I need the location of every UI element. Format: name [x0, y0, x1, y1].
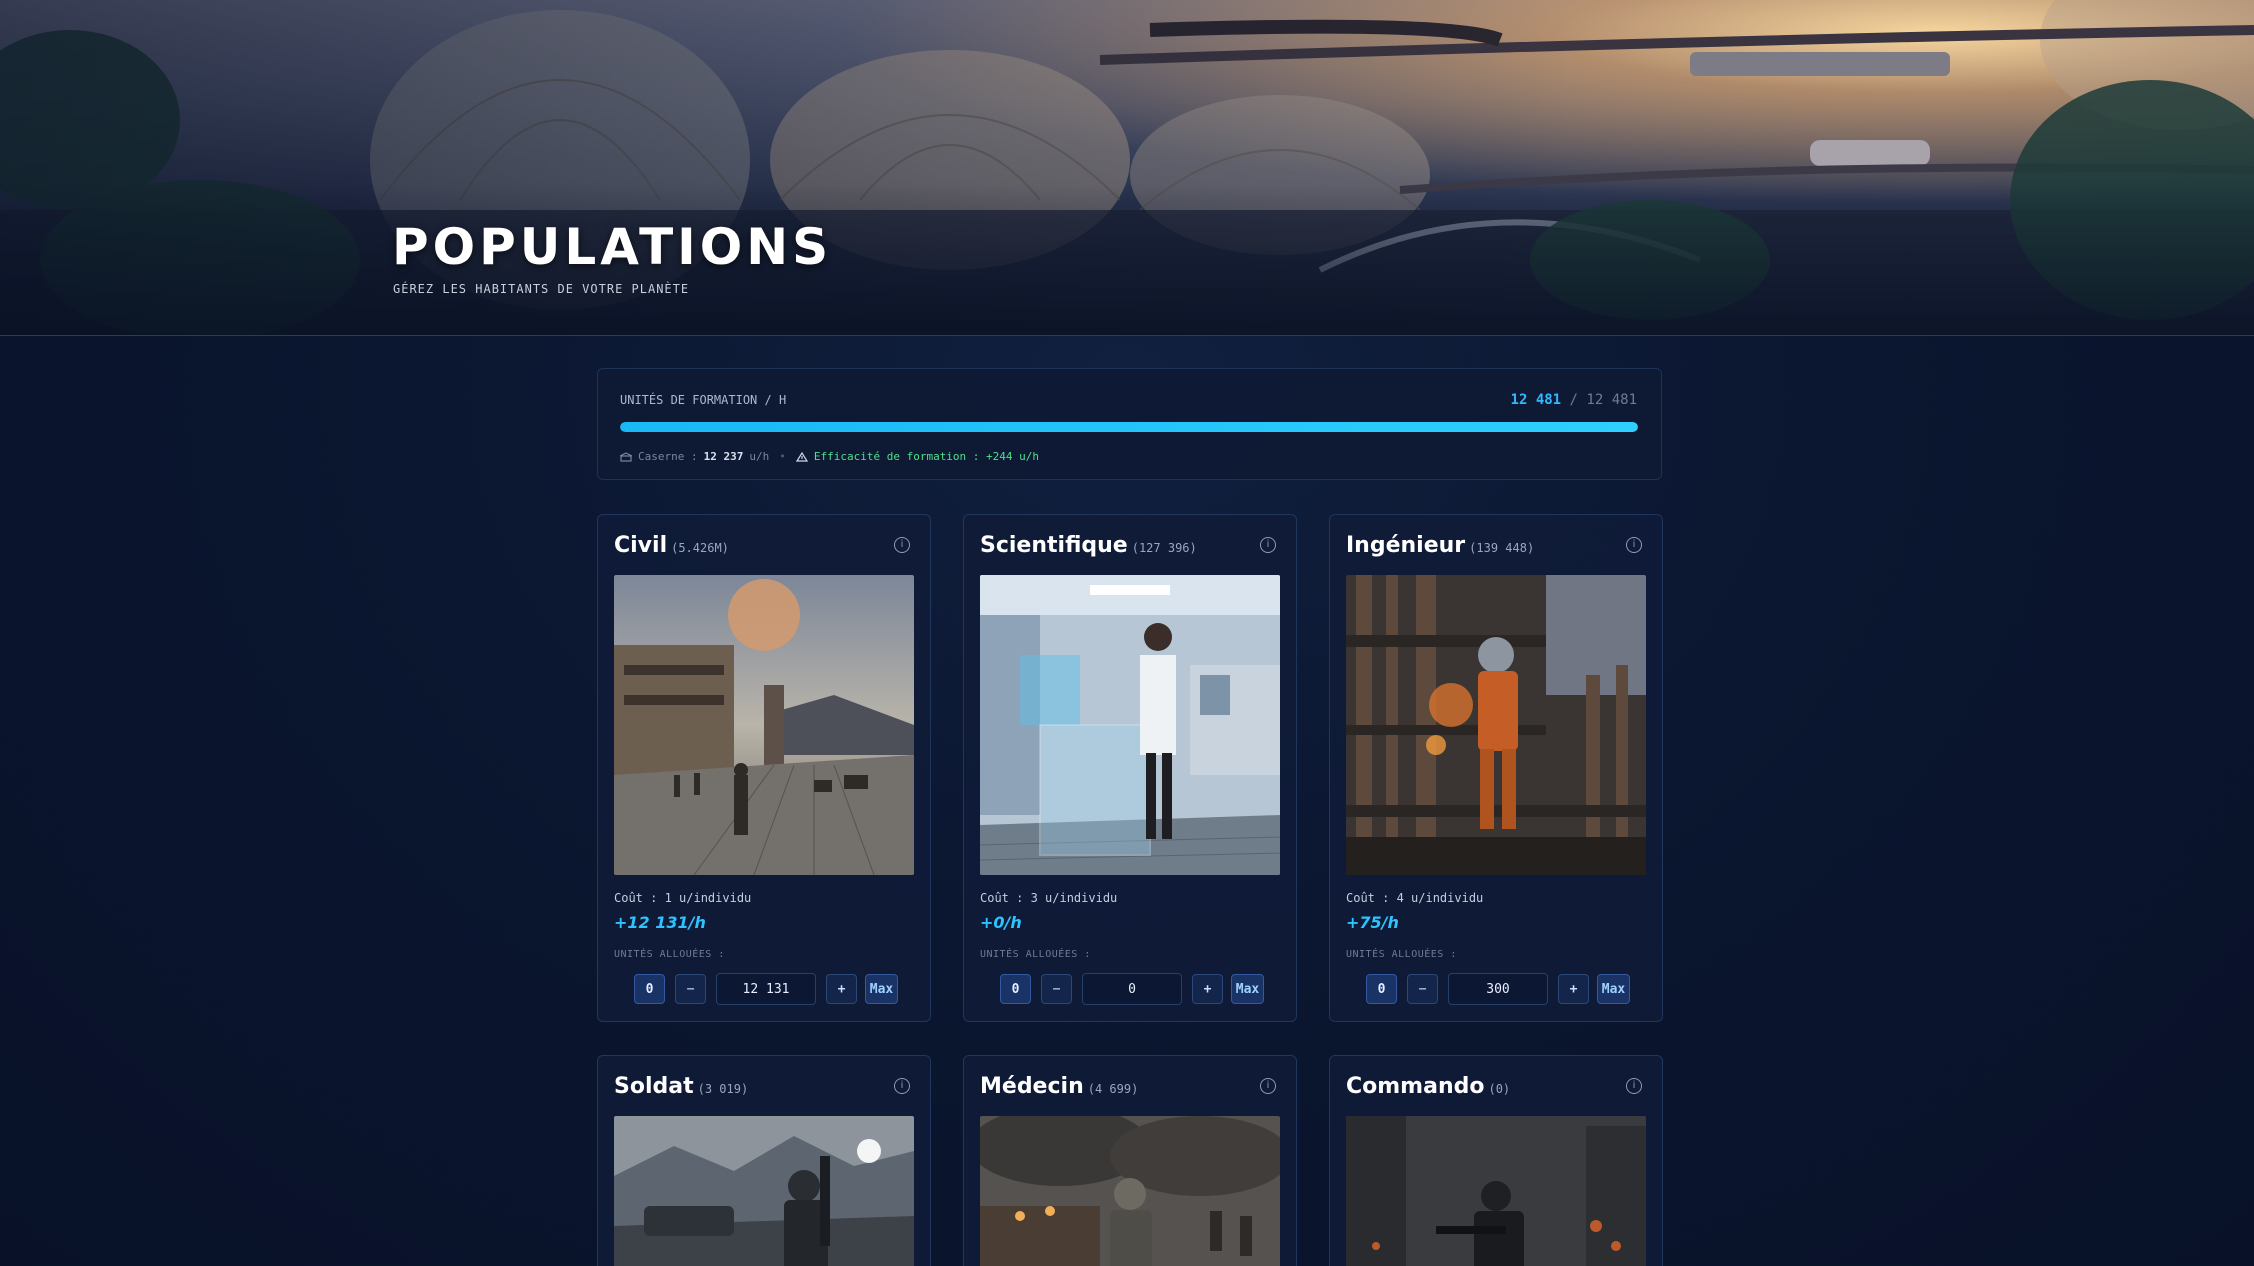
training-progress-fill [620, 422, 1638, 432]
cost-text: Coût : 3 u/individu [980, 891, 1118, 905]
barracks-unit: u/h [749, 450, 770, 463]
commando-image [1346, 1116, 1646, 1266]
set-zero-button[interactable]: 0 [1000, 974, 1031, 1004]
production-rate: +12 131/h [614, 913, 706, 932]
population-name: Médecin [980, 1074, 1084, 1099]
hero-shade [0, 0, 2254, 335]
hero-banner: POPULATIONS GÉREZ LES HABITANTS DE VOTRE… [0, 0, 2254, 336]
training-separator: / [1569, 392, 1578, 408]
training-units-panel: UNITÉS DE FORMATION / H 12 481 / 12 481 … [597, 368, 1662, 480]
allocation-controls: 0 − + Max [1366, 973, 1630, 1005]
info-icon[interactable]: i [1260, 537, 1276, 553]
increment-button[interactable]: + [826, 974, 857, 1004]
max-button[interactable]: Max [865, 974, 898, 1004]
population-card-ingenieur: Ingénieur (139 448) i Coût : 4 u/individu [1329, 514, 1663, 1022]
population-card-medecin: Médecin (4 699) i [963, 1055, 1297, 1266]
allocation-controls: 0 − + Max [1000, 973, 1264, 1005]
population-count: (139 448) [1469, 541, 1535, 555]
set-zero-button[interactable]: 0 [634, 974, 665, 1004]
training-details: Caserne : 12 237 u/h • Efficacité de for… [620, 450, 1039, 463]
population-name: Ingénieur [1346, 533, 1466, 558]
allocated-units-label: UNITÉS ALLOUÉES : [614, 949, 725, 960]
population-card-commando: Commando (0) i [1329, 1055, 1663, 1266]
allocated-units-label: UNITÉS ALLOUÉES : [1346, 949, 1457, 960]
population-name: Soldat [614, 1074, 694, 1099]
population-count: (4 699) [1087, 1082, 1139, 1096]
increment-button[interactable]: + [1192, 974, 1223, 1004]
card-title: Commando (0) [1346, 1074, 1510, 1099]
decrement-button[interactable]: − [675, 974, 706, 1004]
civil-image [614, 575, 914, 875]
max-button[interactable]: Max [1231, 974, 1264, 1004]
allocated-units-input[interactable] [1448, 973, 1548, 1005]
page-subtitle: GÉREZ LES HABITANTS DE VOTRE PLANÈTE [393, 282, 690, 296]
barracks-label: Caserne : [638, 450, 698, 463]
scientist-image [980, 575, 1280, 875]
population-count: (0) [1488, 1082, 1511, 1096]
page-title: POPULATIONS [392, 218, 833, 276]
training-max: 12 481 [1586, 392, 1637, 408]
card-title: Scientifique (127 396) [980, 533, 1197, 558]
training-progress-bar [620, 422, 1638, 432]
population-count: (5.426M) [671, 541, 729, 555]
population-name: Commando [1346, 1074, 1485, 1099]
info-icon[interactable]: i [894, 537, 910, 553]
training-units-label: UNITÉS DE FORMATION / H [620, 393, 787, 407]
cost-text: Coût : 4 u/individu [1346, 891, 1484, 905]
decrement-button[interactable]: − [1041, 974, 1072, 1004]
separator-dot: • [779, 450, 786, 463]
population-name: Civil [614, 533, 668, 558]
max-button[interactable]: Max [1597, 974, 1630, 1004]
allocated-units-input[interactable] [716, 973, 816, 1005]
card-title: Soldat (3 019) [614, 1074, 748, 1099]
allocation-controls: 0 − + Max [634, 973, 898, 1005]
barracks-value: 12 237 [703, 450, 744, 463]
cost-text: Coût : 1 u/individu [614, 891, 752, 905]
training-units-count: 12 481 / 12 481 [1511, 392, 1637, 408]
card-title: Médecin (4 699) [980, 1074, 1138, 1099]
training-current: 12 481 [1510, 392, 1562, 408]
info-icon[interactable]: i [894, 1078, 910, 1094]
population-count: (3 019) [697, 1082, 749, 1096]
soldier-image [614, 1116, 914, 1266]
barracks-icon [620, 451, 632, 462]
set-zero-button[interactable]: 0 [1366, 974, 1397, 1004]
info-icon[interactable]: i [1260, 1078, 1276, 1094]
decrement-button[interactable]: − [1407, 974, 1438, 1004]
production-rate: +75/h [1346, 913, 1399, 932]
allocated-units-input[interactable] [1082, 973, 1182, 1005]
population-name: Scientifique [980, 533, 1128, 558]
production-rate: +0/h [980, 913, 1022, 932]
population-card-scientifique: Scientifique (127 396) i Coût : 3 u/indiv… [963, 514, 1297, 1022]
info-icon[interactable]: i [1626, 537, 1642, 553]
info-icon[interactable]: i [1626, 1078, 1642, 1094]
population-card-soldat: Soldat (3 019) i [597, 1055, 931, 1266]
card-title: Ingénieur (139 448) [1346, 533, 1534, 558]
card-title: Civil (5.426M) [614, 533, 729, 558]
allocated-units-label: UNITÉS ALLOUÉES : [980, 949, 1091, 960]
engineer-image [1346, 575, 1646, 875]
efficiency-text: Efficacité de formation : +244 u/h [813, 450, 1040, 463]
medic-image [980, 1116, 1280, 1266]
population-count: (127 396) [1131, 541, 1197, 555]
increment-button[interactable]: + [1558, 974, 1589, 1004]
efficiency-icon [795, 451, 808, 462]
population-card-civil: Civil (5.426M) i Coût: 1 u/individu +12… [597, 514, 931, 1022]
